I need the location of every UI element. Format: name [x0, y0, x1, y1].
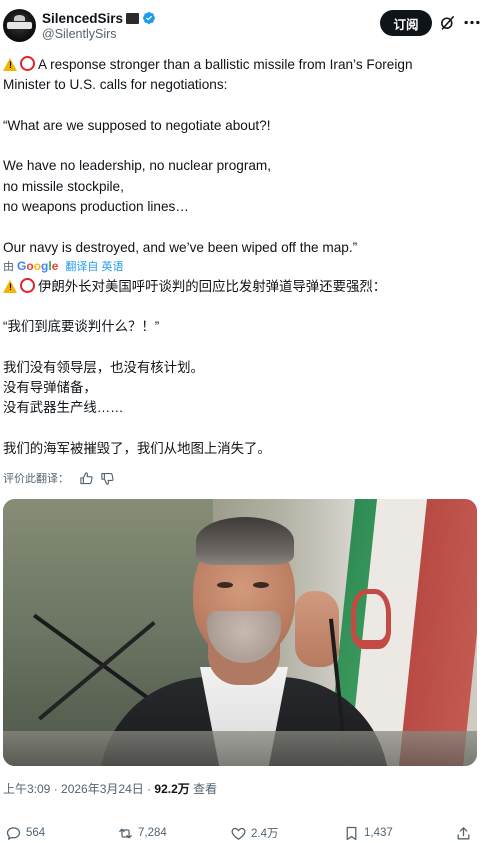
post-line: 我们的海军被摧毁了，我们从地图上消失了。 [3, 440, 271, 456]
post-line: 没有武器生产线…… [3, 400, 124, 416]
post-line: 我们没有领导层，也没有核计划。 [3, 359, 204, 375]
post-line: 没有导弹储备， [3, 379, 97, 395]
bookmark-icon [346, 826, 357, 840]
post-line: “我们到底要谈判什么？！” [3, 319, 160, 335]
share-icon [457, 826, 470, 839]
bookmark-count: 1,437 [364, 827, 393, 839]
repost-button[interactable]: 7,284 [117, 823, 167, 843]
man-eye [217, 582, 233, 588]
thumbs-up-icon[interactable] [79, 471, 94, 486]
thumbs-down-icon[interactable] [100, 471, 115, 486]
share-button[interactable] [455, 823, 472, 843]
repost-count: 7,284 [138, 827, 167, 839]
heart-icon [231, 827, 246, 840]
author-handle[interactable]: @SilentlySirs [42, 27, 117, 41]
like-count: 2.4万 [251, 828, 279, 840]
translated-from-link[interactable]: 翻译自 英语 [65, 260, 123, 274]
warning-icon: ! [3, 58, 17, 71]
display-name[interactable]: SilencedSirs [42, 11, 123, 26]
post-line: Minister to U.S. calls for negotiations: [3, 77, 228, 93]
post-line: “What are we supposed to negotiate about… [3, 117, 271, 133]
warning-icon: ! [3, 280, 17, 293]
red-circle-icon [20, 278, 35, 293]
man-hair [196, 517, 294, 565]
google-logo: Google [17, 259, 59, 273]
post-line: no missile stockpile, [3, 178, 124, 194]
man-eye [253, 582, 269, 588]
post-date[interactable]: 2026年3月24日 [61, 782, 144, 796]
views-count: 92.2万 [154, 782, 190, 796]
avatar-logo [7, 22, 32, 29]
like-button[interactable]: 2.4万 [230, 823, 279, 843]
more-icon[interactable] [462, 14, 482, 31]
repost-icon [119, 828, 132, 838]
bookmark-button[interactable]: 1,437 [343, 823, 393, 843]
post-line: ! 伊朗外长对美国呼吁谈判的回应比发射弹道导弹还要强烈： [3, 277, 483, 297]
post-line: ! A response stronger than a ballistic mi… [3, 55, 483, 75]
post-line: We have no leadership, no nuclear progra… [3, 158, 272, 174]
avatar-figure [14, 15, 25, 21]
translated-by-label: 由 [3, 260, 14, 273]
post-line: Our navy is destroyed, and we’ve been wi… [3, 239, 358, 255]
red-circle-icon [20, 56, 35, 71]
views-label: 查看 [189, 782, 218, 796]
rate-translation-label: 评价此翻译： [3, 473, 69, 485]
reply-count: 564 [26, 827, 46, 839]
iran-flag-emblem [351, 589, 391, 649]
translation-attribution: 由 Google 翻译自 英语 [3, 259, 123, 274]
reply-button[interactable]: 564 [5, 823, 45, 843]
grok-icon[interactable] [439, 14, 456, 31]
verified-badge-icon [143, 12, 156, 24]
author-name-row[interactable]: SilencedSirs [42, 9, 156, 27]
flag-icon [126, 12, 140, 24]
action-bar: 564 7,284 2.4万 1,437 [0, 823, 488, 843]
post-photo[interactable] [3, 499, 477, 766]
podium [3, 731, 477, 766]
post-translated-text: ! 伊朗外长对美国呼吁谈判的回应比发射弹道导弹还要强烈： “我们到底要谈判什么？！… [3, 277, 483, 459]
rate-translation-row: 评价此翻译： [3, 470, 115, 486]
reply-icon [6, 826, 21, 840]
post-header: SilencedSirs @SilentlySirs 订阅 [0, 0, 488, 48]
post-meta: 上午3:09 · 2026年3月24日 · 92.2万 查看 [3, 782, 218, 796]
post-line: no weapons production lines… [3, 199, 189, 215]
post-time[interactable]: 上午3:09 [3, 782, 50, 796]
post-original-text: ! A response stronger than a ballistic mi… [3, 55, 483, 258]
subscribe-button[interactable]: 订阅 [380, 10, 432, 36]
avatar[interactable] [3, 9, 36, 42]
